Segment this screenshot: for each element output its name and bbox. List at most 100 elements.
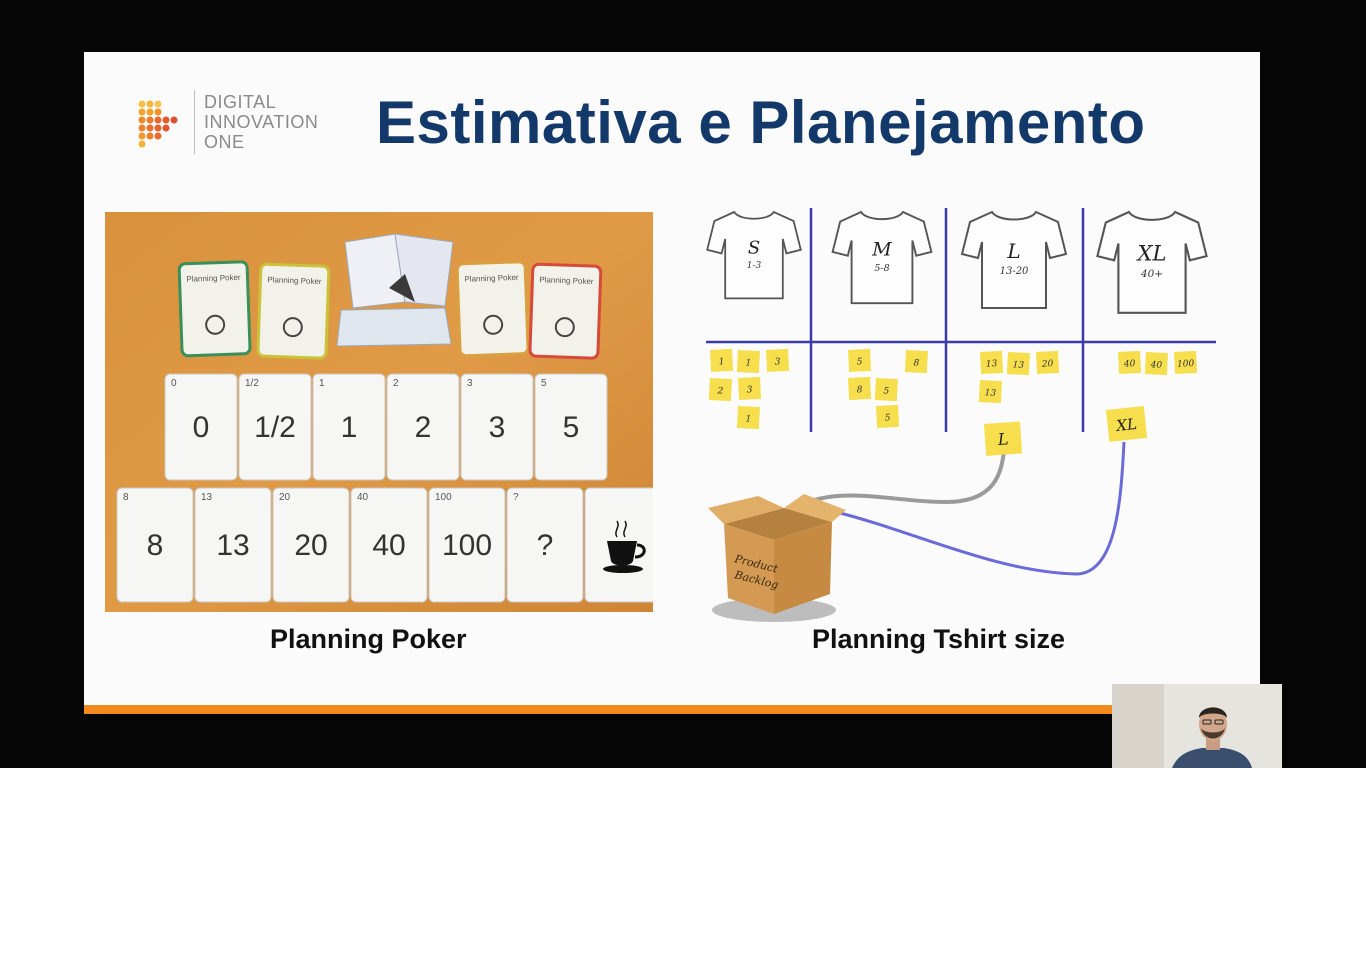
poker-card: 88 bbox=[116, 487, 194, 603]
poker-card-corner: 20 bbox=[279, 492, 291, 503]
sticky-note: 1 bbox=[710, 348, 734, 372]
tshirt: L 13-20 bbox=[960, 210, 1068, 309]
sticky-note-value: 13 bbox=[1012, 360, 1024, 371]
poker-card: 11 bbox=[312, 373, 386, 481]
header-card: Planning Poker bbox=[256, 262, 331, 360]
planning-poker-photo: Planning Poker Planning Poker Planning Pok… bbox=[105, 212, 653, 612]
card-row-2: 881313 20 20 40 40 100100?? bbox=[116, 487, 653, 603]
product-backlog-box: Product Backlog bbox=[708, 494, 846, 622]
tshirt-size-label: L bbox=[1006, 239, 1020, 263]
coffee-card bbox=[584, 487, 653, 603]
poker-card-value: 5 bbox=[563, 411, 580, 444]
poker-card-corner: 3 bbox=[467, 378, 473, 389]
sticky-note-value: 8 bbox=[913, 358, 920, 368]
tshirt-size-label: M bbox=[871, 239, 892, 261]
poker-card-value: 1/2 bbox=[254, 411, 296, 444]
poker-card-value: 2 bbox=[415, 411, 432, 444]
slide-accent-bar bbox=[84, 705, 1260, 714]
poker-card-value: 40 bbox=[372, 529, 405, 562]
tshirt-range-label: 5-8 bbox=[874, 263, 889, 274]
poker-card-value: 100 bbox=[442, 529, 492, 562]
header-card: Planning Poker bbox=[455, 260, 530, 358]
poker-card-value: ? bbox=[537, 529, 554, 562]
sticky-note: 8 bbox=[848, 376, 872, 400]
sticky-note-value: 5 bbox=[883, 386, 890, 396]
poker-card-value: 8 bbox=[147, 529, 164, 562]
poker-card-value: 3 bbox=[489, 411, 506, 444]
tshirt: XL 40+ bbox=[1096, 210, 1208, 314]
logo-line-2: INNOVATION bbox=[204, 112, 319, 132]
sticky-note-value: 1 bbox=[719, 357, 725, 367]
caption-planning-poker: Planning Poker bbox=[270, 624, 467, 654]
sticky-note: 13 bbox=[1006, 352, 1030, 376]
dio-logo: DIGITAL INNOVATION ONE bbox=[134, 90, 344, 160]
sticky-note-value: 5 bbox=[885, 413, 892, 423]
presenter-icon bbox=[1112, 684, 1282, 768]
header-card-label: Planning Poker bbox=[539, 275, 594, 286]
logo-line-3: ONE bbox=[204, 132, 245, 152]
poker-card: 100 100 bbox=[428, 487, 506, 603]
poker-card: ?? bbox=[506, 487, 584, 603]
sticky-note-value: 1 bbox=[745, 414, 751, 424]
header-card-label: Planning Poker bbox=[464, 273, 519, 284]
tshirt-size-label: S bbox=[748, 237, 760, 258]
poker-card-corner: 13 bbox=[201, 492, 213, 503]
sticky-note: 40 bbox=[1118, 350, 1142, 374]
poker-card-value: 0 bbox=[193, 411, 210, 444]
sticky-note: 5 bbox=[848, 348, 872, 372]
header-card-label: Planning Poker bbox=[267, 275, 322, 286]
sticky-note-value: 1 bbox=[745, 358, 751, 368]
sticky-note-value: 3 bbox=[775, 357, 782, 367]
tshirt-range-label: 13-20 bbox=[1000, 266, 1029, 277]
sticky-note: 20 bbox=[1036, 350, 1060, 374]
xl-note-text: XL bbox=[1114, 415, 1137, 435]
poker-card-corner: 5 bbox=[541, 378, 547, 389]
blue-arrow-curve bbox=[835, 441, 1126, 576]
sticky-note: 100 bbox=[1174, 350, 1198, 374]
sticky-note: 5 bbox=[874, 378, 898, 402]
sticky-note-value: 40 bbox=[1123, 359, 1136, 370]
l-note: L bbox=[984, 421, 1023, 456]
header-card: Planning Poker bbox=[177, 260, 252, 358]
poker-card-value: 20 bbox=[294, 529, 327, 562]
poker-card: 1/2 1/2 bbox=[238, 373, 312, 481]
sticky-note: 3 bbox=[738, 376, 762, 400]
logo-wordmark: DIGITAL INNOVATION ONE bbox=[204, 92, 318, 152]
poker-card-corner: ? bbox=[513, 492, 519, 503]
sticky-note: 1 bbox=[736, 350, 760, 374]
poker-card-corner: 40 bbox=[357, 492, 369, 503]
sticky-note-value: 8 bbox=[857, 385, 864, 395]
poker-card-corner: 0 bbox=[171, 378, 177, 389]
sticky-note-value: 13 bbox=[986, 359, 998, 370]
logo-line-1: DIGITAL bbox=[204, 92, 277, 112]
dio-logo-mark-icon bbox=[138, 100, 178, 148]
poker-card-value: 1 bbox=[341, 411, 358, 444]
sticky-note: 3 bbox=[766, 348, 790, 372]
poker-card: 00 bbox=[164, 373, 238, 481]
poker-card: 33 bbox=[460, 373, 534, 481]
sticky-note-value: 40 bbox=[1149, 360, 1162, 371]
l-note-text: L bbox=[996, 429, 1009, 449]
tshirt-range-label: 40+ bbox=[1140, 268, 1163, 280]
tshirt-row: S 1-3 M 5-8 L 13-20 XL 40+ bbox=[706, 210, 1208, 314]
poker-card: 13 13 bbox=[194, 487, 272, 603]
sticky-note-value: 100 bbox=[1177, 359, 1195, 370]
poker-card-corner: 1/2 bbox=[245, 378, 259, 389]
logo-divider bbox=[194, 90, 195, 154]
webcam-overlay bbox=[1112, 684, 1282, 768]
sticky-note: 8 bbox=[904, 350, 928, 374]
slide-title: Estimativa e Planejamento bbox=[376, 89, 1146, 156]
poker-card: 55 bbox=[534, 373, 608, 481]
header-card: Planning Poker bbox=[528, 262, 603, 360]
sticky-note-value: 20 bbox=[1041, 359, 1054, 370]
header-card-label: Planning Poker bbox=[186, 273, 241, 284]
tshirt: M 5-8 bbox=[831, 210, 933, 305]
sticky-note: 13 bbox=[978, 380, 1002, 404]
sticky-note: 13 bbox=[980, 350, 1004, 374]
sticky-note-value: 3 bbox=[747, 385, 754, 395]
tented-cards bbox=[336, 233, 454, 347]
tshirt-size-label: XL bbox=[1136, 241, 1167, 265]
sticky-note: 1 bbox=[736, 406, 760, 430]
sticky-note-value: 5 bbox=[857, 357, 864, 367]
poker-card: 40 40 bbox=[350, 487, 428, 603]
